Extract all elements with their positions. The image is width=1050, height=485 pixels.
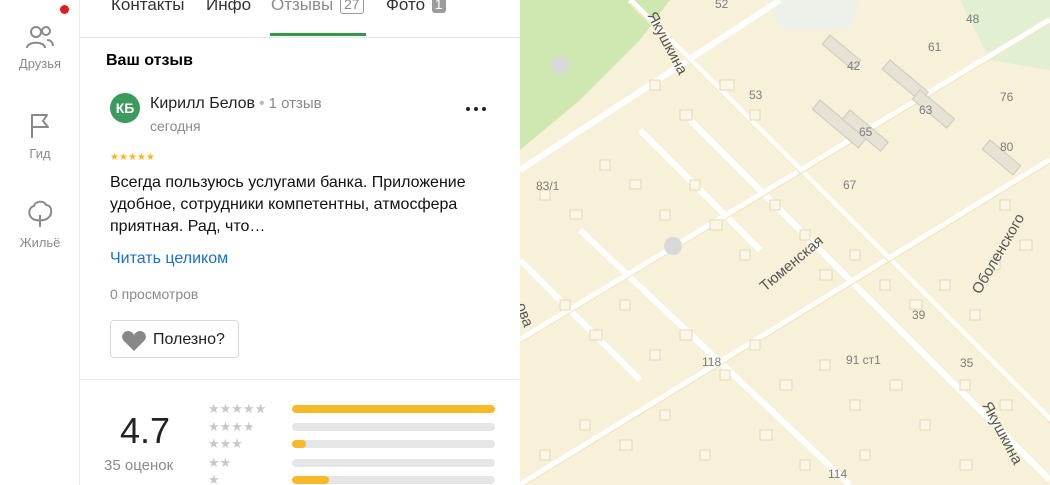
house-number: 67 bbox=[843, 178, 857, 192]
block-area bbox=[770, 0, 860, 30]
distribution-bar-fill bbox=[292, 405, 495, 413]
tab-photos-count: 1 bbox=[431, 0, 446, 13]
house-number: 114 bbox=[828, 467, 847, 481]
distribution-bar-fill bbox=[292, 440, 307, 448]
more-dot bbox=[466, 107, 470, 111]
flag-icon bbox=[31, 114, 49, 138]
distribution-stars-5: ★★★★★ bbox=[208, 401, 267, 416]
distribution-stars-3: ★★★ bbox=[208, 436, 243, 451]
star-icon: ★ bbox=[118, 152, 128, 163]
rail-label-friends: Друзья bbox=[18, 56, 62, 71]
house-number: 76 bbox=[1000, 90, 1014, 104]
distribution-bar-2 bbox=[292, 459, 495, 467]
author-name[interactable]: Кирилл Белов bbox=[150, 95, 255, 112]
house-number: 52 bbox=[715, 0, 729, 11]
review-star-rating: ★★★★★ bbox=[110, 152, 155, 163]
rail-item-guide[interactable]: Гид bbox=[0, 112, 80, 161]
average-rating: 4.7 bbox=[120, 410, 171, 451]
map-view[interactable]: Якушкина Тюменская Оболенского Якушкина … bbox=[520, 0, 1050, 485]
distribution-bar-3 bbox=[292, 440, 495, 448]
author-review-count: 1 отзыв bbox=[268, 95, 322, 112]
street-label: Тюменская bbox=[757, 232, 827, 295]
notification-dot bbox=[60, 5, 69, 14]
distribution-bar-1 bbox=[292, 476, 495, 484]
street-label: Оболенского bbox=[969, 211, 1029, 297]
house-number: 48 bbox=[966, 12, 980, 26]
more-options-button[interactable] bbox=[462, 96, 490, 120]
house-number: 91 ст1 bbox=[846, 353, 881, 367]
rail-label-housing: Жильё bbox=[19, 235, 61, 250]
star-icon: ★ bbox=[127, 152, 137, 163]
tab-photos-label: Фото bbox=[386, 0, 426, 14]
place-card-panel: Контакты Инфо Отзывы 27 Фото 1 Ваш отзыв… bbox=[80, 0, 520, 485]
cemetery-icon[interactable] bbox=[551, 56, 569, 74]
useful-button-label: Полезно? bbox=[153, 331, 225, 348]
rail-item-housing[interactable]: Жильё bbox=[0, 199, 80, 250]
heart-icon bbox=[122, 331, 146, 351]
tab-contacts-label: Контакты bbox=[111, 0, 185, 14]
avatar[interactable]: КБ bbox=[110, 93, 140, 123]
house-number: 65 bbox=[859, 125, 873, 139]
map-canvas[interactable]: Якушкина Тюменская Оболенского Якушкина … bbox=[520, 0, 1050, 485]
tab-reviews-label: Отзывы bbox=[271, 0, 334, 14]
star-icon: ★ bbox=[136, 152, 146, 163]
green-area bbox=[960, 0, 1050, 70]
distribution-stars-2: ★★ bbox=[208, 455, 232, 470]
tab-photos[interactable]: Фото 1 bbox=[386, 0, 446, 15]
distribution-stars-1: ★ bbox=[208, 472, 220, 485]
more-dot bbox=[482, 107, 486, 111]
divider bbox=[80, 379, 520, 380]
distribution-bar-fill bbox=[292, 476, 329, 484]
review-author-line: Кирилл Белов • 1 отзыв bbox=[150, 95, 322, 113]
rail-item-friends[interactable]: Друзья bbox=[0, 24, 80, 71]
distribution-bar-5 bbox=[292, 405, 495, 413]
tab-reviews[interactable]: Отзывы 27 bbox=[271, 0, 364, 15]
house-number: 83/1 bbox=[536, 179, 560, 193]
left-rail: Друзья Гид Жильё bbox=[0, 0, 80, 485]
separator-dot: • bbox=[259, 95, 265, 112]
street-label: ова bbox=[520, 301, 537, 330]
house-number: 63 bbox=[919, 103, 933, 117]
house-number: 53 bbox=[749, 88, 763, 102]
review-date: сегодня bbox=[150, 118, 201, 134]
tab-bar: Контакты Инфо Отзывы 27 Фото 1 bbox=[80, 0, 520, 38]
tab-info[interactable]: Инфо bbox=[206, 0, 251, 15]
street-label: Якушкина bbox=[643, 9, 691, 78]
tab-info-label: Инфо bbox=[206, 0, 252, 14]
tab-contacts[interactable]: Контакты bbox=[111, 0, 184, 15]
house-number: 61 bbox=[928, 40, 942, 54]
house-number: 42 bbox=[847, 59, 861, 73]
useful-button[interactable]: Полезно? bbox=[110, 320, 239, 358]
star-icon: ★ bbox=[145, 152, 155, 163]
church-icon[interactable] bbox=[664, 237, 682, 255]
house-number: 35 bbox=[960, 356, 974, 370]
house-number: 118 bbox=[702, 355, 721, 369]
distribution-stars-4: ★★★★ bbox=[208, 419, 255, 434]
friends-icon bbox=[26, 26, 54, 49]
star-icon: ★ bbox=[110, 152, 119, 163]
views-count: 0 просмотров bbox=[110, 286, 199, 302]
read-more-link[interactable]: Читать целиком bbox=[110, 250, 228, 268]
house-number: 39 bbox=[912, 308, 926, 322]
section-title: Ваш отзыв bbox=[106, 52, 193, 69]
review-text: Всегда пользуюсь услугами банка. Приложе… bbox=[110, 174, 466, 235]
ratings-count: 35 оценок bbox=[104, 457, 174, 474]
more-dot bbox=[474, 107, 478, 111]
distribution-bar-4 bbox=[292, 423, 495, 431]
active-tab-indicator bbox=[270, 33, 366, 36]
tab-reviews-count: 27 bbox=[340, 0, 364, 14]
house-number: 80 bbox=[1000, 140, 1014, 154]
rail-label-guide: Гид bbox=[29, 146, 51, 161]
tree-icon bbox=[28, 200, 53, 227]
